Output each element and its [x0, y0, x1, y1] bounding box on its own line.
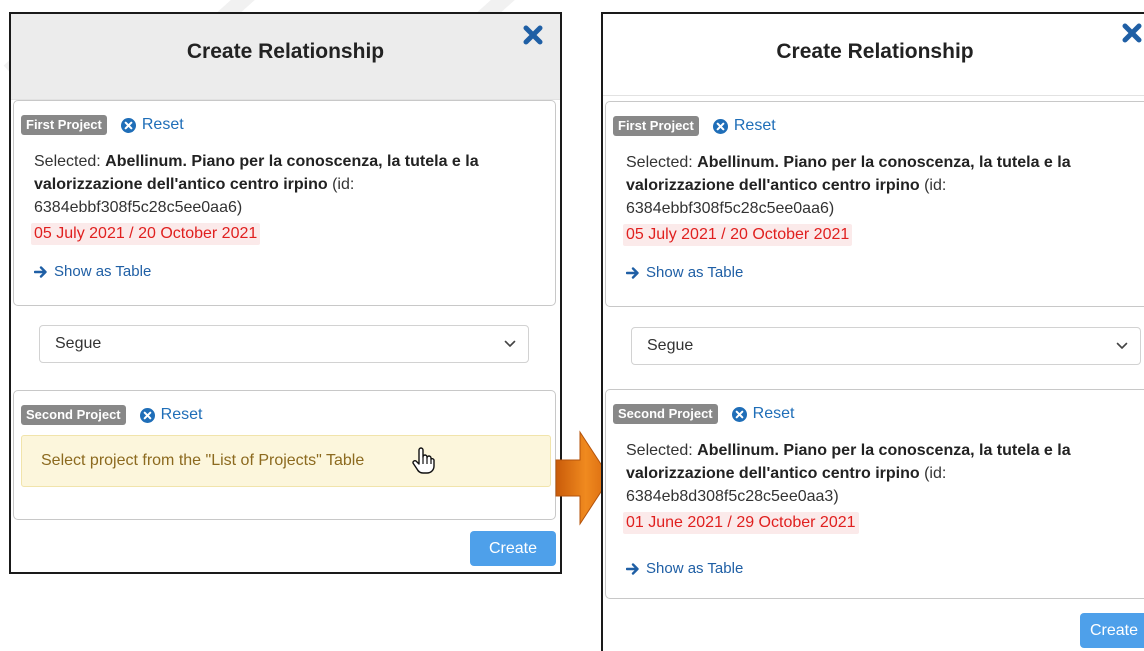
- create-button[interactable]: Create: [1080, 613, 1144, 648]
- reset-label: Reset: [733, 117, 776, 134]
- create-button[interactable]: Create: [470, 531, 556, 566]
- modal-header: Create Relationship: [603, 14, 1144, 96]
- selected-project-text: Selected: Abellinum. Piano per la conosc…: [34, 150, 534, 219]
- selected-prefix: Selected:: [34, 153, 101, 170]
- show-as-table-label: Show as Table: [646, 264, 744, 281]
- reset-first-project-button[interactable]: Reset: [120, 116, 184, 134]
- times-circle-icon: [731, 406, 747, 422]
- close-icon[interactable]: [1119, 20, 1144, 46]
- reset-label: Reset: [752, 405, 795, 422]
- second-project-header: Second Project Reset: [21, 405, 202, 425]
- create-relationship-modal-before: Create Relationship First Project Reset …: [9, 12, 562, 574]
- chevron-down-icon: [504, 340, 516, 347]
- arrow-right-icon: [626, 266, 639, 279]
- relationship-type-value: Segue: [55, 335, 102, 352]
- arrow-right-icon: [34, 265, 47, 278]
- project-name: Abellinum. Piano per la conoscenza, la t…: [626, 154, 1071, 194]
- modal-title: Create Relationship: [186, 40, 385, 63]
- selected-project-text: Selected: Abellinum. Piano per la conosc…: [626, 151, 1126, 220]
- first-project-badge: First Project: [613, 116, 699, 136]
- project-name: Abellinum. Piano per la conoscenza, la t…: [626, 442, 1071, 482]
- relationship-type-select[interactable]: Segue: [39, 325, 529, 363]
- close-icon[interactable]: [520, 22, 546, 48]
- alert-text: Select project from the "List of Project…: [41, 452, 365, 469]
- second-project-panel: Second Project Reset Selected: Abellinum…: [605, 389, 1144, 599]
- first-project-panel: First Project Reset Selected: Abellinum.…: [13, 100, 556, 306]
- relationship-type-select[interactable]: Segue: [631, 327, 1141, 365]
- reset-second-project-button[interactable]: Reset: [139, 406, 203, 424]
- show-as-table-link[interactable]: Show as Table: [626, 264, 743, 281]
- reset-first-project-button[interactable]: Reset: [712, 117, 776, 135]
- select-project-alert: Select project from the "List of Project…: [21, 435, 551, 487]
- arrow-right-icon: [626, 562, 639, 575]
- first-project-header: First Project Reset: [21, 115, 184, 135]
- second-project-panel: Second Project Reset Select project from…: [13, 390, 556, 520]
- create-relationship-modal-after: Create Relationship First Project Reset …: [601, 12, 1144, 651]
- show-as-table-link[interactable]: Show as Table: [626, 560, 743, 577]
- times-circle-icon: [120, 117, 136, 133]
- reset-second-project-button[interactable]: Reset: [731, 405, 795, 423]
- second-project-badge: Second Project: [613, 404, 718, 424]
- show-as-table-label: Show as Table: [54, 263, 152, 280]
- modal-header: Create Relationship: [11, 14, 560, 100]
- project-date-range: 05 July 2021 / 20 October 2021: [31, 223, 261, 245]
- selected-prefix: Selected:: [626, 442, 693, 459]
- chevron-down-icon: [1116, 342, 1128, 349]
- second-project-header: Second Project Reset: [613, 404, 794, 424]
- relationship-type-value: Segue: [647, 337, 694, 354]
- selected-project-text: Selected: Abellinum. Piano per la conosc…: [626, 439, 1126, 508]
- hand-pointer-cursor-icon: [412, 447, 435, 474]
- show-as-table-label: Show as Table: [646, 560, 744, 577]
- comparison-stage: Create Relationship First Project Reset …: [0, 0, 1144, 651]
- reset-label: Reset: [160, 406, 203, 423]
- first-project-header: First Project Reset: [613, 116, 776, 136]
- show-as-table-link[interactable]: Show as Table: [34, 263, 151, 280]
- reset-label: Reset: [141, 116, 184, 133]
- project-date-range: 01 June 2021 / 29 October 2021: [623, 512, 859, 534]
- times-circle-icon: [712, 118, 728, 134]
- modal-title: Create Relationship: [776, 40, 974, 63]
- first-project-panel: First Project Reset Selected: Abellinum.…: [605, 101, 1144, 307]
- project-name: Abellinum. Piano per la conoscenza, la t…: [34, 153, 479, 193]
- first-project-badge: First Project: [21, 115, 107, 135]
- project-date-range: 05 July 2021 / 20 October 2021: [623, 224, 853, 246]
- times-circle-icon: [139, 407, 155, 423]
- selected-prefix: Selected:: [626, 154, 693, 171]
- second-project-badge: Second Project: [21, 405, 126, 425]
